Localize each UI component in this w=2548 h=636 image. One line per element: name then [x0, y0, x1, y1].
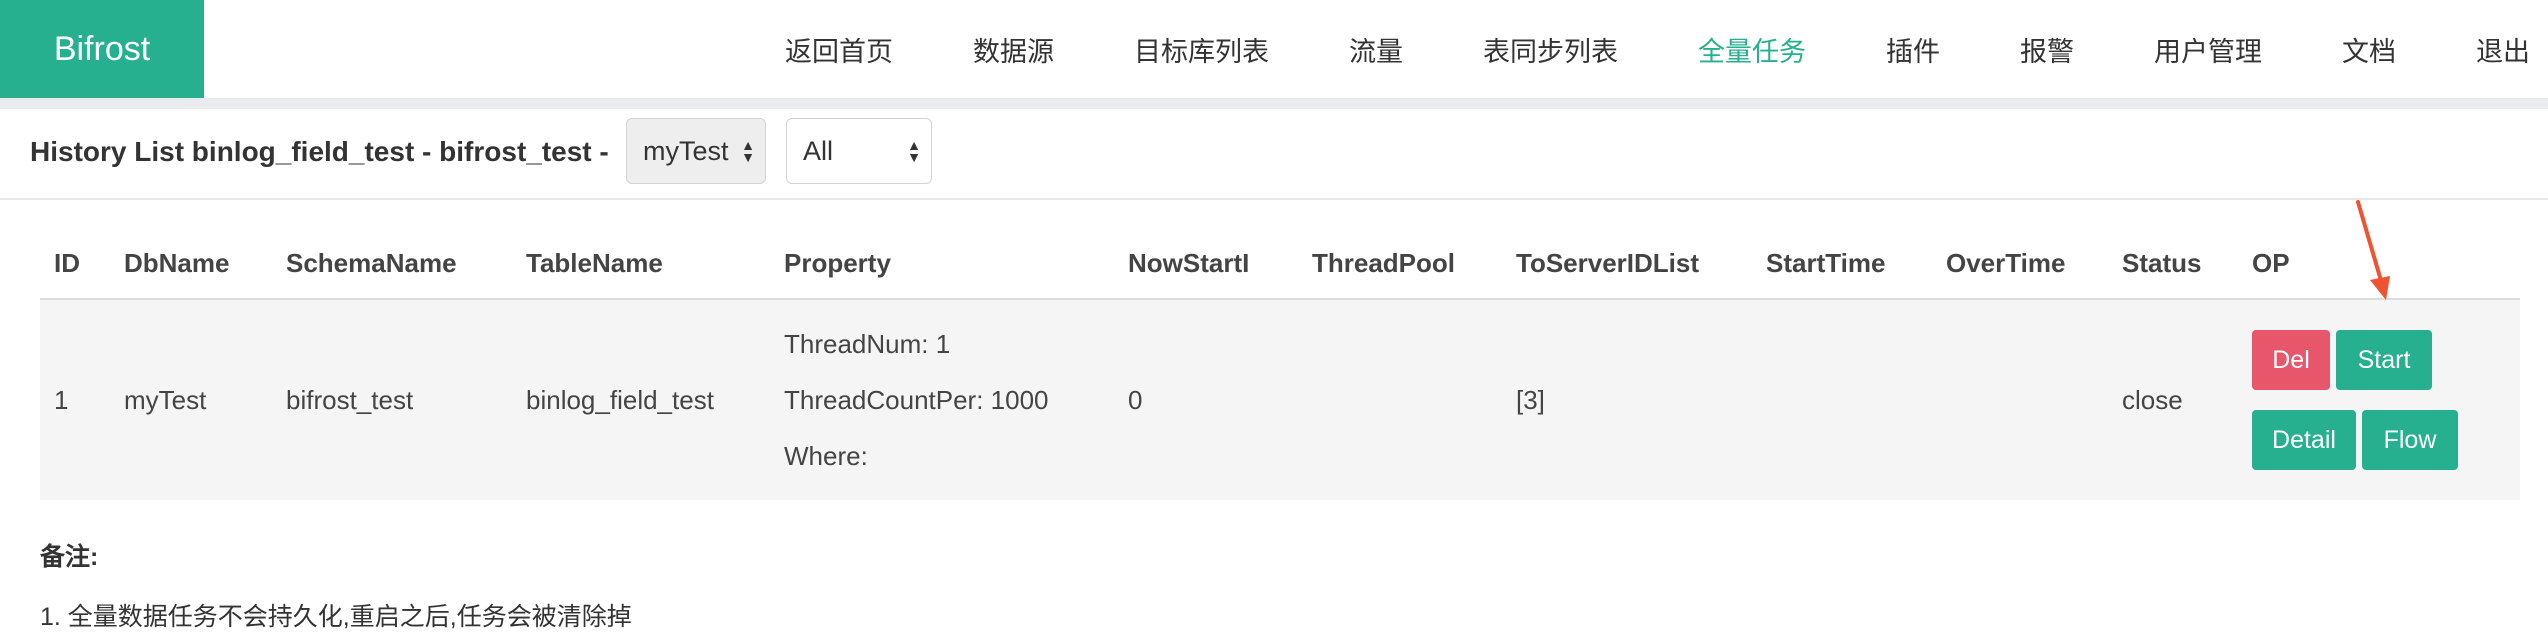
del-button[interactable]: Del: [2252, 330, 2330, 390]
cell-nowstarti: 0: [1114, 299, 1298, 500]
select-arrows-icon: ▲ ▼: [741, 137, 755, 165]
col-property: Property: [770, 228, 1114, 300]
nav-plugins[interactable]: 插件: [1886, 30, 1940, 69]
cell-toserveridlist: [3]: [1502, 299, 1752, 500]
col-dbname: DbName: [110, 228, 272, 300]
cell-id: 1: [40, 299, 110, 500]
nav-docs[interactable]: 文档: [2342, 30, 2396, 69]
header-divider: [0, 98, 2548, 109]
cell-property: ThreadNum: 1 ThreadCountPer: 1000 Where:: [770, 299, 1114, 500]
db-select[interactable]: myTest ▲ ▼: [626, 118, 766, 184]
col-threadpool: ThreadPool: [1298, 228, 1502, 300]
col-nowstarti: NowStartI: [1114, 228, 1298, 300]
db-select-value: myTest: [643, 135, 729, 166]
col-overtime: OverTime: [1932, 228, 2108, 300]
col-schemaname: SchemaName: [272, 228, 512, 300]
table-row: 1 myTest bifrost_test binlog_field_test …: [40, 299, 2520, 500]
start-button[interactable]: Start: [2336, 330, 2432, 390]
property-where: Where:: [784, 441, 868, 471]
table-header-row: ID DbName SchemaName TableName Property …: [40, 228, 2520, 300]
nav-user-management[interactable]: 用户管理: [2154, 30, 2262, 69]
op-row-primary: Del Start: [2252, 330, 2520, 390]
cell-schemaname: bifrost_test: [272, 299, 512, 500]
annotation-arrow-icon: [2356, 200, 2390, 300]
cell-threadpool: [1298, 299, 1502, 500]
nav-target-list[interactable]: 目标库列表: [1134, 30, 1269, 69]
nav-traffic[interactable]: 流量: [1349, 30, 1403, 69]
flow-button[interactable]: Flow: [2362, 410, 2458, 470]
op-row-secondary: Detail Flow: [2252, 410, 2520, 470]
notes-title: 备注:: [40, 543, 99, 571]
nav-full-task[interactable]: 全量任务: [1698, 30, 1806, 69]
col-starttime: StartTime: [1752, 228, 1932, 300]
cell-status: close: [2108, 299, 2238, 500]
nav-datasource[interactable]: 数据源: [973, 30, 1054, 69]
top-navbar: Bifrost 返回首页 数据源 目标库列表 流量 表同步列表 全量任务 插件 …: [0, 0, 2548, 98]
status-select-value: All: [803, 135, 834, 166]
notes-item: 1. 全量数据任务不会持久化,重启之后,任务会被清除掉: [40, 603, 632, 631]
notes-section: 备注: 1. 全量数据任务不会持久化,重启之后,任务会被清除掉: [40, 537, 632, 633]
col-toserveridlist: ToServerIDList: [1502, 228, 1752, 300]
cell-tablename: binlog_field_test: [512, 299, 770, 500]
cell-overtime: [1932, 299, 2108, 500]
property-thread-count-per: ThreadCountPer: 1000: [784, 385, 1049, 415]
property-thread-num: ThreadNum: 1: [784, 329, 951, 359]
nav-alarm[interactable]: 报警: [2020, 30, 2074, 69]
detail-button[interactable]: Detail: [2252, 410, 2356, 470]
cell-dbname: myTest: [110, 299, 272, 500]
status-select[interactable]: All ▲ ▼: [786, 118, 932, 184]
nav-home[interactable]: 返回首页: [785, 30, 893, 69]
page-title: History List binlog_field_test - bifrost…: [30, 136, 609, 167]
history-toolbar: History List binlog_field_test - bifrost…: [0, 110, 2548, 200]
cell-op: Del Start Detail Flow: [2238, 299, 2520, 500]
nav-logout[interactable]: 退出: [2476, 30, 2530, 69]
col-id: ID: [40, 228, 110, 300]
history-table: ID DbName SchemaName TableName Property …: [40, 228, 2520, 500]
brand-logo[interactable]: Bifrost: [0, 0, 204, 98]
select-arrows-icon: ▲ ▼: [907, 137, 921, 165]
cell-starttime: [1752, 299, 1932, 500]
nav-table-sync-list[interactable]: 表同步列表: [1483, 30, 1618, 69]
main-nav: 返回首页 数据源 目标库列表 流量 表同步列表 全量任务 插件 报警 用户管理 …: [785, 0, 2548, 98]
col-tablename: TableName: [512, 228, 770, 300]
col-status: Status: [2108, 228, 2238, 300]
